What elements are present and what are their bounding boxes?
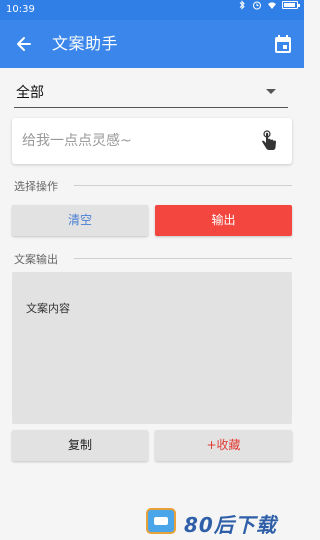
page-title: 文案助手 [52, 34, 119, 53]
bluetooth-icon [239, 0, 245, 10]
status-bar: 10:39 [0, 0, 304, 20]
category-select-value: 全部 [16, 85, 44, 101]
wifi-icon [268, 2, 276, 9]
output-button[interactable]: 输出 [155, 205, 292, 236]
app-bar: 文案助手 [0, 20, 304, 68]
section-divider [74, 258, 292, 259]
category-select[interactable]: 全部 [14, 76, 288, 108]
battery-icon [282, 1, 300, 9]
alarm-icon [253, 1, 261, 10]
actions-section-label: 选择操作 [14, 180, 58, 193]
section-divider [74, 185, 292, 186]
status-time: 10:39 [6, 4, 35, 15]
output-content: 文案内容 [26, 302, 70, 315]
prompt-input[interactable] [22, 118, 252, 164]
back-arrow-icon[interactable] [14, 34, 34, 54]
favorite-button[interactable]: +收藏 [155, 430, 292, 461]
watermark-logo-icon [146, 508, 176, 534]
clear-button[interactable]: 清空 [12, 205, 148, 236]
calendar-icon[interactable] [274, 34, 292, 54]
output-section-header: 文案输出 [14, 251, 292, 266]
tap-hand-icon[interactable] [260, 130, 278, 152]
actions-section-header: 选择操作 [14, 178, 292, 193]
output-text-area[interactable]: 文案内容 [12, 272, 292, 424]
copy-button[interactable]: 复制 [12, 430, 148, 461]
watermark-text: 80后下载 [184, 513, 277, 537]
status-icons [237, 0, 300, 10]
watermark: 80后下载 [146, 508, 304, 537]
prompt-input-card [12, 118, 292, 164]
output-section-label: 文案输出 [14, 253, 58, 266]
chevron-down-icon [266, 89, 276, 94]
